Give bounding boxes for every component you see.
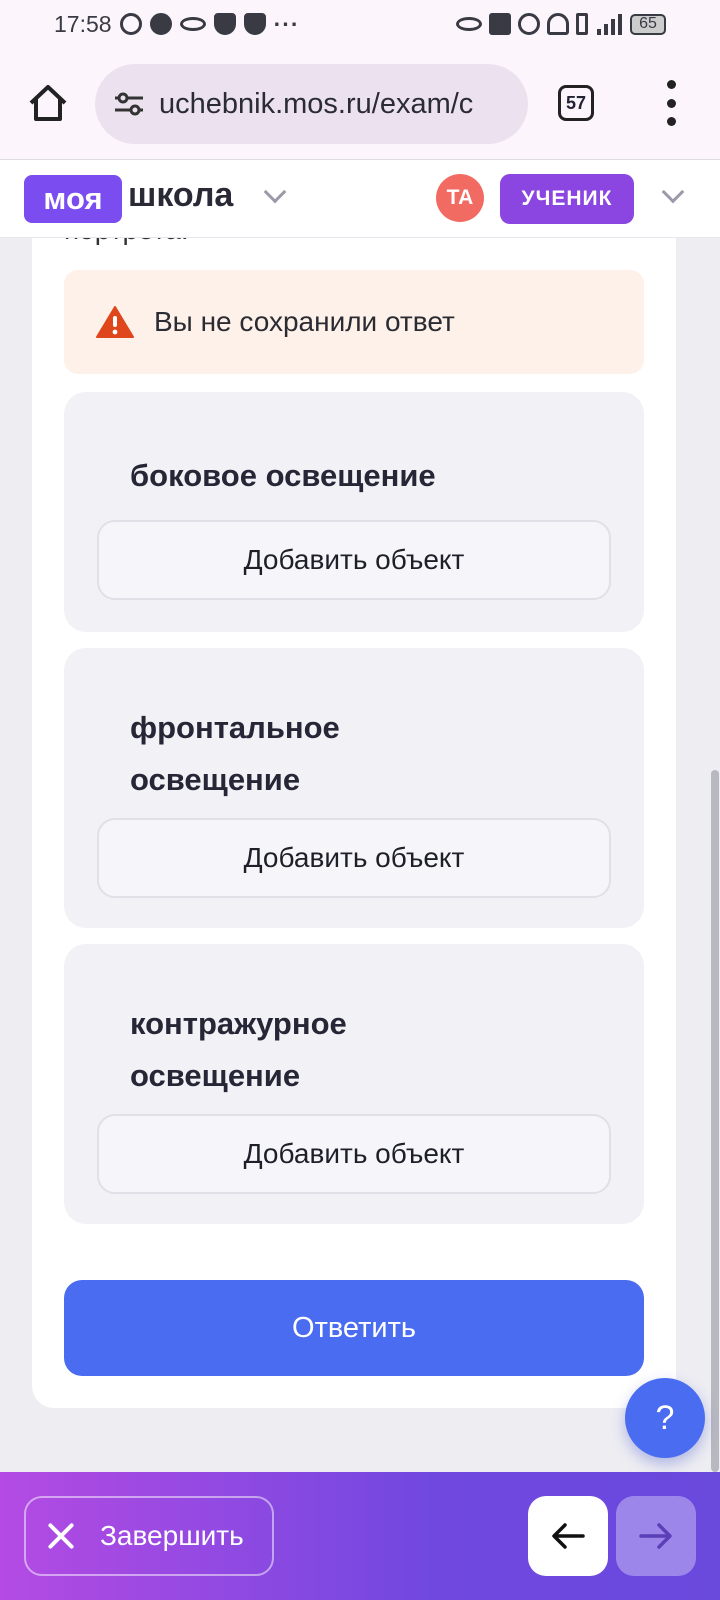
category-card: фронтальное освещение Добавить объект <box>64 648 644 928</box>
address-bar[interactable]: uchebnik.mos.ru/exam/c <box>95 64 528 144</box>
nfc-icon <box>489 13 511 35</box>
site-settings-icon[interactable] <box>113 90 145 118</box>
answer-button[interactable]: Ответить <box>64 1280 644 1376</box>
shield-check-icon <box>243 13 266 35</box>
browser-toolbar: uchebnik.mos.ru/exam/c 57 <box>0 48 720 160</box>
next-button[interactable] <box>616 1496 696 1576</box>
help-button[interactable]: ? <box>625 1378 705 1458</box>
role-badge[interactable]: УЧЕНИК <box>500 174 634 224</box>
status-right: 65 <box>456 13 666 35</box>
category-title: контражурное освещение <box>130 1006 347 1093</box>
category-title: боковое освещение <box>130 458 436 493</box>
more-notifications-icon: ··· <box>273 10 300 37</box>
avatar[interactable]: ТА <box>436 174 484 222</box>
finish-button[interactable]: Завершить <box>24 1496 274 1576</box>
alarm-icon <box>518 13 540 35</box>
arrow-right-icon <box>639 1523 672 1549</box>
shield-icon <box>213 13 236 35</box>
warning-icon <box>96 306 134 338</box>
whatsapp-icon <box>119 13 142 35</box>
finish-label: Завершить <box>100 1520 244 1551</box>
chevron-down-icon[interactable] <box>661 180 685 204</box>
battery-icon: 65 <box>630 13 666 35</box>
question-card: портрета. Вы не сохранили ответ боковое … <box>32 200 676 1408</box>
status-bar: 17:58 ··· 65 <box>0 0 720 48</box>
chat-icon <box>149 13 172 35</box>
vibrate-icon <box>576 13 588 35</box>
url-text: uchebnik.mos.ru/exam/c <box>159 87 474 120</box>
signal-icon <box>597 14 622 35</box>
status-left: 17:58 ··· <box>54 11 300 38</box>
page-scrollbar[interactable] <box>711 770 719 1472</box>
eye-icon <box>456 17 482 31</box>
headphones-icon <box>547 13 569 35</box>
app-header: моя школа ТА УЧЕНИК <box>0 160 720 238</box>
arrow-left-icon <box>552 1523 585 1549</box>
unsaved-warning: Вы не сохранили ответ <box>64 270 644 374</box>
category-card: контражурное освещение Добавить объект <box>64 944 644 1224</box>
tab-switcher-button[interactable]: 57 <box>558 85 594 121</box>
add-object-button[interactable]: Добавить объект <box>97 818 611 898</box>
add-object-button[interactable]: Добавить объект <box>97 520 611 600</box>
category-card: боковое освещение Добавить объект <box>64 392 644 632</box>
bottom-action-bar: Завершить <box>0 1472 720 1600</box>
logo-text[interactable]: школа <box>128 176 233 215</box>
warning-text: Вы не сохранили ответ <box>154 306 455 337</box>
browser-menu-icon[interactable] <box>665 80 677 126</box>
close-icon <box>46 1521 76 1551</box>
home-icon[interactable] <box>26 81 70 125</box>
status-time: 17:58 <box>54 10 112 37</box>
category-title: фронтальное освещение <box>130 710 340 797</box>
add-object-button[interactable]: Добавить объект <box>97 1114 611 1194</box>
chevron-down-icon[interactable] <box>263 180 287 204</box>
logo-box[interactable]: моя <box>24 175 122 223</box>
link-icon <box>179 17 206 31</box>
previous-button[interactable] <box>528 1496 608 1576</box>
